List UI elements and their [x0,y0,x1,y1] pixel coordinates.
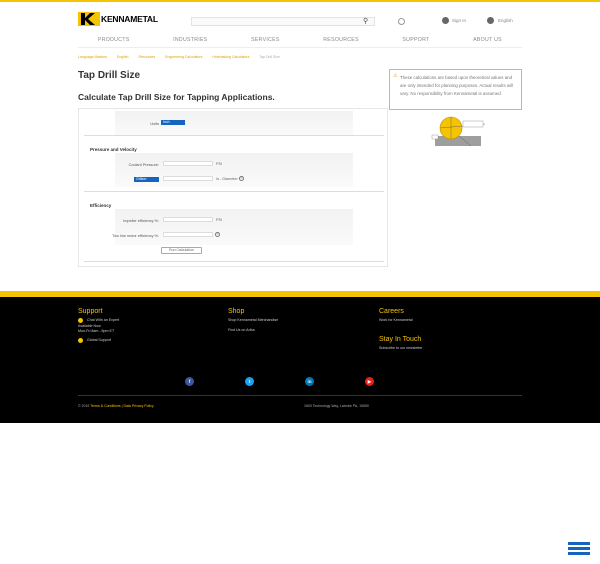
breadcrumb-item[interactable]: Engineering Calculators [165,55,202,59]
tap-drill-diagram [431,116,486,148]
footer-shop-title: Shop [228,308,245,315]
units-label: Units [150,122,159,126]
language-label: English [498,18,513,23]
hours-text: Mon-Fri 8am - 8pm ET [78,329,115,333]
globe-icon [487,17,494,24]
main-nav: PRODUCTS INDUSTRIES SERVICES RESOURCES S… [78,37,522,45]
footer: Support Chat With an Expert Available No… [0,297,600,423]
coolant-pressure-input[interactable] [163,161,213,166]
breadcrumb-item[interactable]: Resources [138,55,155,59]
footer-divider [78,395,522,396]
help-icon[interactable]: ? [239,176,244,181]
coolant-pressure-label: Coolant Pressure: [128,163,159,167]
flag-icon[interactable] [398,18,405,25]
divider [84,135,384,136]
units-select[interactable]: Inch [161,120,185,125]
newsletter-link[interactable]: Subscribe to our newsletter [379,346,423,352]
nav-item-services[interactable]: SERVICES [251,37,280,45]
facebook-icon[interactable]: f [185,377,194,386]
page-subtitle: Calculate Tap Drill Size for Tapping App… [78,92,275,102]
ariba-link[interactable]: Find Us on Ariba [228,328,278,334]
language-selector[interactable]: English [487,17,513,24]
breadcrumb: Language Masters English Resources Engin… [78,55,290,59]
nav-item-products[interactable]: PRODUCTS [98,37,130,45]
section-pressure-title: Pressure and Velocity [90,147,137,152]
divider [84,261,384,262]
breadcrumb-current: Tap Drill Size [259,55,280,59]
divider [84,191,384,192]
footer-careers: Careers Work for Kennametal Stay In Touc… [379,308,423,351]
motor-label: Two line motor efficiency %: [112,234,159,238]
breadcrumb-item[interactable]: English [117,55,128,59]
sign-in-link[interactable]: Sign In [442,17,466,24]
warning-icon: ⚠ [393,73,398,79]
shop-merch-link[interactable]: Shop Kennametal Merchandise [228,318,278,324]
youtube-icon[interactable]: ▶ [365,377,374,386]
impeller-input[interactable] [163,217,213,222]
coolant-pressure-unit: PSI [216,162,223,166]
calculator-panel: Units Inch Pressure and Velocity Coolant… [78,108,388,267]
help-icon[interactable]: ? [215,232,220,237]
search-icon[interactable]: ⚲ [363,18,371,26]
careers-link[interactable]: Work for Kennametal [379,318,423,324]
breadcrumb-item[interactable]: Holemaking Calculators [212,55,249,59]
section-efficiency-title: Efficiency [90,203,112,208]
footer-stay-title: Stay In Touch [379,335,422,343]
orifice-input[interactable] [163,176,213,181]
run-calculation-button[interactable]: Run Calculation [161,247,202,254]
user-icon [442,17,449,24]
impeller-label: Impeller efficiency %: [123,219,159,223]
page-title: Tap Drill Size [78,70,141,81]
orifice-select[interactable]: Orifice: [134,177,159,182]
nav-divider [78,47,522,48]
privacy-link[interactable]: Data Privacy Policy [123,404,153,408]
kennametal-logo[interactable]: KENNAMETAL [78,11,162,27]
nav-item-resources[interactable]: RESOURCES [323,37,359,45]
footer-shop: Shop Shop Kennametal Merchandise Find Us… [228,308,278,333]
breadcrumb-item[interactable]: Language Masters [78,55,107,59]
logo-text: KENNAMETAL [101,14,158,24]
sign-in-label: Sign In [452,18,467,23]
efficiency-row-bg [115,209,353,245]
footer-support: Support Chat With an Expert Available No… [78,308,119,343]
terms-link[interactable]: Terms & Conditions [90,404,120,408]
motor-input[interactable] [163,232,213,237]
impeller-unit: PSI [216,218,223,222]
nav-item-support[interactable]: SUPPORT [402,37,429,45]
orifice-unit: in - Diameter [216,177,238,181]
globe-support-icon [78,337,83,343]
footer-support-title: Support [78,308,103,315]
nav-item-industries[interactable]: INDUSTRIES [173,37,207,45]
linkedin-icon[interactable]: in [305,377,314,386]
address: 1600 Technology Way, Latrobe PA, 15650 [304,404,369,408]
warning-box: ⚠ These calculations are based upon theo… [389,69,522,110]
logo-mark-icon [78,12,100,26]
chat-icon [78,318,83,324]
warning-text: These calculations are based upon theore… [400,75,514,96]
nav-item-about-us[interactable]: ABOUT US [473,37,502,45]
footer-careers-title: Careers [379,308,404,315]
menu-icon[interactable] [568,542,590,556]
search-input[interactable]: ⚲ [191,17,375,26]
twitter-icon[interactable]: t [245,377,254,386]
global-support-link[interactable]: Global Support [78,338,119,344]
copyright: © 2019 Terms & Conditions | Data Privacy… [78,404,154,408]
